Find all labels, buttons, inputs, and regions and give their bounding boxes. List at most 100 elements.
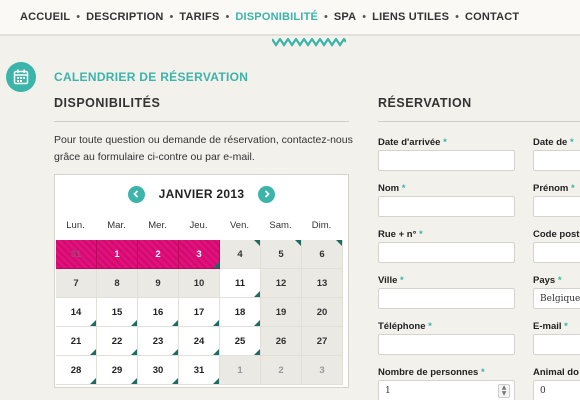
form-input[interactable] [533,242,580,263]
calendar-day[interactable]: 19 [261,298,302,327]
calendar-day[interactable]: 21 [56,327,97,356]
calendar-day[interactable]: 2 [138,240,179,269]
availability-marker [131,378,137,384]
required-asterisk: * [557,275,562,286]
calendar-day[interactable]: 9 [138,269,179,298]
nav-liens-utiles[interactable]: LIENS UTILES [372,11,449,23]
calendar-day[interactable]: 1 [220,356,261,385]
weekday-header: Lun. Mar. Mer. Jeu. Ven. Sam. Dim. [55,220,348,238]
form-label-text: Date d'arrivée [378,137,441,148]
required-asterisk: * [564,321,568,332]
form-label: Animal do * [533,367,580,378]
calendar-day[interactable]: 14 [56,298,97,327]
calendar-day[interactable]: 18 [220,298,261,327]
calendar-day[interactable]: 6 [302,240,343,269]
form-input[interactable] [378,150,515,171]
availability-marker [336,240,342,246]
calendar-day[interactable]: 31 [179,356,220,385]
nav-disponibilite[interactable]: DISPONIBILITÉ [235,11,318,23]
form-label: Date de * [533,137,574,148]
calendar-day[interactable]: 8 [97,269,138,298]
nav-contact[interactable]: CONTACT [465,11,519,23]
form-input[interactable] [378,242,515,263]
calendar-day[interactable]: 29 [97,356,138,385]
nav-spa[interactable]: SPA [334,11,356,23]
weekday-label: Dim. [311,220,332,231]
form-label-text: Date de [533,137,568,148]
form-label-text: Animal do [533,367,579,378]
form-label: Date d'arrivée * [378,137,447,148]
availability-marker [254,240,260,246]
required-asterisk: * [571,183,575,194]
availability-marker [90,320,96,326]
calendar-icon [6,62,36,92]
calendar-day[interactable]: 10 [179,269,220,298]
weekday-label: Lun. [66,220,85,231]
calendar-day[interactable]: 2 [261,356,302,385]
availability-marker [254,320,260,326]
calendar-day[interactable]: 7 [56,269,97,298]
calendar-day[interactable]: 26 [261,327,302,356]
calendar-day[interactable]: 12 [261,269,302,298]
form-input[interactable] [378,334,515,355]
form-label: Code post * [533,229,580,240]
calendar-day[interactable]: 4 [220,240,261,269]
form-input[interactable] [533,196,580,217]
next-month-button[interactable] [258,185,276,203]
calendar-day[interactable]: 27 [302,327,343,356]
form-input[interactable]: 0 [533,380,580,400]
calendar-day[interactable]: 31 [56,240,97,269]
form-label-text: Nombre de personnes [378,367,479,378]
calendar-day[interactable]: 28 [56,356,97,385]
form-input[interactable] [533,150,580,171]
nav-accueil[interactable]: ACCUEIL [20,11,70,23]
calendar-day[interactable]: 3 [302,356,343,385]
form-input[interactable] [378,196,515,217]
form-input-value: 0 [540,385,546,396]
reservation-divider [378,121,580,122]
calendar-day[interactable]: 25 [220,327,261,356]
calendar-day[interactable]: 13 [302,269,343,298]
nav-tarifs[interactable]: TARIFS [179,11,219,23]
calendar-day[interactable]: 1 [97,240,138,269]
number-stepper[interactable]: ▲ ▼ [498,384,510,398]
calendar-day[interactable]: 30 [138,356,179,385]
form-input[interactable]: 1 ▲ ▼ [378,380,515,400]
calendar-day[interactable]: 16 [138,298,179,327]
calendar-day[interactable]: 11 [220,269,261,298]
calendar-day[interactable]: 3 [179,240,220,269]
form-label: Prénom * [533,183,575,194]
form-label-text: Pays [533,275,556,286]
calendar-day[interactable]: 24 [179,327,220,356]
form-label: Téléphone * [378,321,432,332]
calendar-day[interactable]: 5 [261,240,302,269]
form-input[interactable]: Belgique [533,288,580,309]
form-input[interactable] [378,288,515,309]
chevron-right-icon [264,190,270,198]
availability-marker [172,320,178,326]
form-input[interactable] [533,334,580,355]
calendar-day[interactable]: 23 [138,327,179,356]
weekday-label: Jeu. [189,220,208,231]
required-asterisk: * [419,229,423,240]
availability-marker [90,378,96,384]
nav-separator: • [225,11,230,23]
form-label-text: E-mail [533,321,562,332]
previous-month-button[interactable] [127,185,145,203]
availability-marker [213,262,219,268]
nav-description[interactable]: DESCRIPTION [86,11,163,23]
weekday-label: Mar. [107,220,126,231]
availability-marker [131,320,137,326]
form-label: Rue + n° * [378,229,423,240]
form-label-text: Prénom [533,183,569,194]
page-title: CALENDRIER DE RÉSERVATION [54,70,249,84]
form-input-value: 1 [385,385,391,396]
calendar-day[interactable]: 20 [302,298,343,327]
availability-marker [295,240,301,246]
nav-separator: • [76,11,81,23]
calendar-day[interactable]: 17 [179,298,220,327]
calendar-day[interactable]: 15 [97,298,138,327]
calendar-day[interactable]: 22 [97,327,138,356]
active-tab-indicator [272,38,346,47]
weekday-label: Mer. [148,220,167,231]
